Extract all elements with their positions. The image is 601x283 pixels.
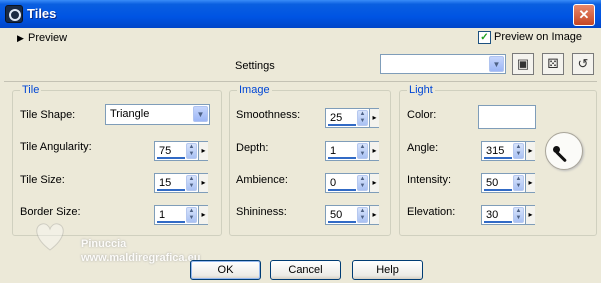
tile-angularity-value[interactable]: 75 <box>159 145 171 157</box>
spin-arrows-icon[interactable]: ▲ ▼ <box>357 143 368 159</box>
spin-arrows-icon[interactable]: ▲ ▼ <box>357 175 368 191</box>
angle-value[interactable]: 315 <box>486 145 504 157</box>
slider-popup-icon[interactable]: ▸ <box>525 142 535 160</box>
slider-popup-icon[interactable]: ▸ <box>198 142 208 160</box>
intensity-label: Intensity: <box>407 174 452 186</box>
smoothness-stepper[interactable]: 25 ▲ ▼ ▸ <box>325 108 379 128</box>
slider-bar[interactable] <box>328 157 356 159</box>
light-color-swatch[interactable] <box>478 105 536 129</box>
tile-shape-label: Tile Shape: <box>20 109 76 121</box>
angle-stepper[interactable]: 315 ▲ ▼ ▸ <box>481 141 535 161</box>
image-group-title: Image <box>237 84 272 96</box>
light-group-title: Light <box>407 84 435 96</box>
preset-dropdown[interactable]: ▼ <box>380 54 506 74</box>
chevron-down-icon[interactable]: ▼ <box>193 106 208 122</box>
border-size-value[interactable]: 1 <box>159 209 165 221</box>
tile-angularity-stepper[interactable]: 75 ▲ ▼ ▸ <box>154 141 208 161</box>
slider-popup-icon[interactable]: ▸ <box>525 206 535 224</box>
cancel-button[interactable]: Cancel <box>270 260 341 280</box>
window-title: Tiles <box>27 6 57 21</box>
tile-shape-select[interactable]: Triangle ▼ <box>105 104 210 125</box>
spin-arrows-icon[interactable]: ▲ ▼ <box>513 175 524 191</box>
slider-bar[interactable] <box>328 124 356 126</box>
dial-needle-icon <box>554 150 567 163</box>
slider-bar[interactable] <box>157 157 185 159</box>
intensity-value[interactable]: 50 <box>486 177 498 189</box>
slider-bar[interactable] <box>484 221 512 223</box>
app-icon <box>5 5 23 23</box>
save-icon: ▣ <box>516 56 530 71</box>
ambience-value[interactable]: 0 <box>330 177 336 189</box>
ambience-label: Ambience: <box>236 174 288 186</box>
slider-bar[interactable] <box>157 221 185 223</box>
preview-on-image-checkbox[interactable]: ✓ <box>478 31 491 44</box>
title-bar: Tiles ✕ <box>0 0 601 28</box>
slider-bar[interactable] <box>484 189 512 191</box>
slider-bar[interactable] <box>328 189 356 191</box>
spin-arrows-icon[interactable]: ▲ ▼ <box>513 143 524 159</box>
slider-popup-icon[interactable]: ▸ <box>198 174 208 192</box>
tile-group-title: Tile <box>20 84 42 96</box>
shininess-value[interactable]: 50 <box>330 209 342 221</box>
watermark-line2: www.maldiregrafica.eu <box>81 252 201 264</box>
slider-popup-icon[interactable]: ▸ <box>369 206 379 224</box>
smoothness-value[interactable]: 25 <box>330 112 342 124</box>
elevation-label: Elevation: <box>407 206 456 218</box>
dice-icon: ⚄ <box>547 56 559 71</box>
slider-popup-icon[interactable]: ▸ <box>369 142 379 160</box>
ok-button[interactable]: OK <box>190 260 261 280</box>
tile-size-stepper[interactable]: 15 ▲ ▼ ▸ <box>154 173 208 193</box>
help-button[interactable]: Help <box>352 260 423 280</box>
spin-arrows-icon[interactable]: ▲ ▼ <box>186 143 197 159</box>
spin-arrows-icon[interactable]: ▲ ▼ <box>186 207 197 223</box>
slider-popup-icon[interactable]: ▸ <box>369 109 379 127</box>
slider-bar[interactable] <box>484 157 512 159</box>
color-label: Color: <box>407 109 437 121</box>
watermark-line1: Pinuccia <box>81 238 127 250</box>
slider-bar[interactable] <box>328 221 356 223</box>
ambience-stepper[interactable]: 0 ▲ ▼ ▸ <box>325 173 379 193</box>
shininess-label: Shininess: <box>236 206 287 218</box>
preview-toggle[interactable]: Preview <box>28 32 67 44</box>
depth-label: Depth: <box>236 142 269 154</box>
tile-size-label: Tile Size: <box>20 174 65 186</box>
reset-icon: ↺ <box>577 56 589 71</box>
preview-row: ▶ Preview ✓ Preview on Image <box>0 28 601 50</box>
settings-label: Settings <box>235 60 275 72</box>
watermark-heart-icon <box>36 223 64 251</box>
slider-popup-icon[interactable]: ▸ <box>369 174 379 192</box>
elevation-value[interactable]: 30 <box>486 209 498 221</box>
tile-size-value[interactable]: 15 <box>159 177 171 189</box>
close-button[interactable]: ✕ <box>573 4 595 26</box>
border-size-stepper[interactable]: 1 ▲ ▼ ▸ <box>154 205 208 225</box>
randomize-button[interactable]: ⚄ <box>542 53 564 75</box>
spin-arrows-icon[interactable]: ▲ ▼ <box>357 207 368 223</box>
shininess-stepper[interactable]: 50 ▲ ▼ ▸ <box>325 205 379 225</box>
expand-arrow-icon[interactable]: ▶ <box>17 33 24 44</box>
spin-arrows-icon[interactable]: ▲ ▼ <box>186 175 197 191</box>
chevron-down-icon[interactable]: ▼ <box>489 56 504 72</box>
spin-arrows-icon[interactable]: ▲ ▼ <box>357 110 368 126</box>
depth-stepper[interactable]: 1 ▲ ▼ ▸ <box>325 141 379 161</box>
smoothness-label: Smoothness: <box>236 109 301 121</box>
elevation-stepper[interactable]: 30 ▲ ▼ ▸ <box>481 205 535 225</box>
spin-arrows-icon[interactable]: ▲ ▼ <box>513 207 524 223</box>
save-preset-button[interactable]: ▣ <box>512 53 534 75</box>
depth-value[interactable]: 1 <box>330 145 336 157</box>
slider-popup-icon[interactable]: ▸ <box>525 174 535 192</box>
angle-label: Angle: <box>407 142 439 154</box>
divider <box>4 81 597 82</box>
reset-button[interactable]: ↺ <box>572 53 594 75</box>
tile-angularity-label: Tile Angularity: <box>20 141 92 153</box>
preview-on-image-label[interactable]: Preview on Image <box>494 31 582 43</box>
slider-bar[interactable] <box>157 189 185 191</box>
slider-popup-icon[interactable]: ▸ <box>198 206 208 224</box>
angle-dial[interactable] <box>545 132 583 170</box>
tile-shape-value: Triangle <box>110 108 150 120</box>
intensity-stepper[interactable]: 50 ▲ ▼ ▸ <box>481 173 535 193</box>
